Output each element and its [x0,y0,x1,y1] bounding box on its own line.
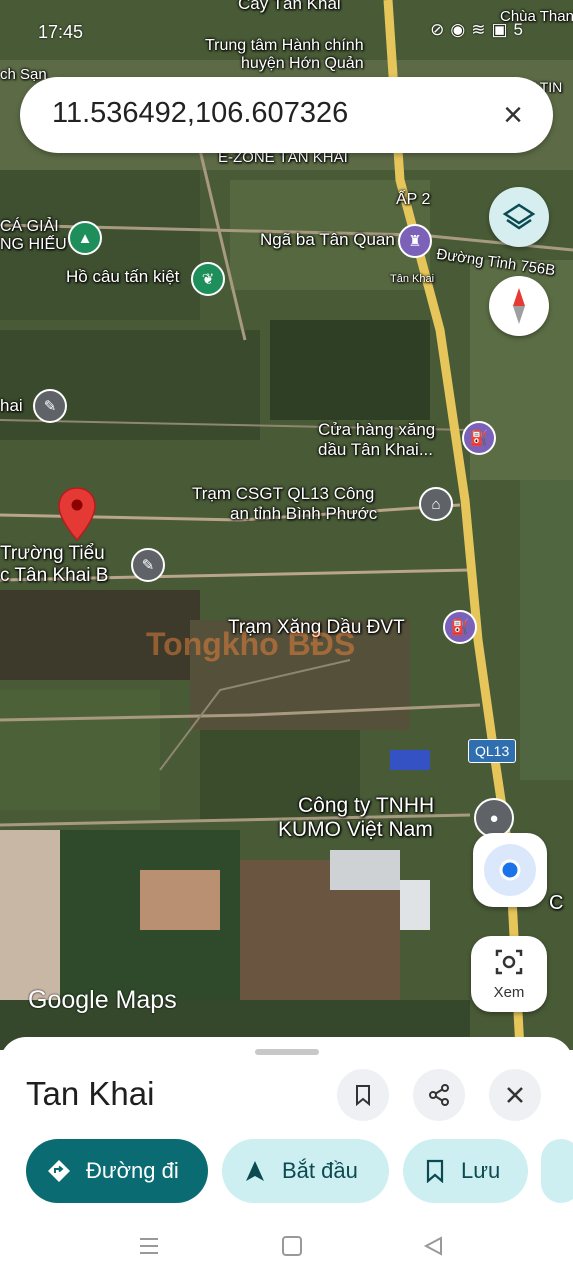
battery-level: 5 [513,20,529,39]
map-label-ca-giai-line1: CÁ GIẢI [0,218,59,235]
start-chip-label: Bắt đầu [282,1158,358,1183]
my-location-icon [484,844,536,896]
close-sheet-button[interactable] [489,1069,541,1121]
map-label-truong-line2: c Tân Khai B [0,564,109,586]
compass-button[interactable] [489,276,549,336]
share-icon [429,1084,449,1106]
map-label-hai: hai [0,396,23,415]
map-label-truong-line1: Trường Tiểu [0,543,105,564]
search-bar[interactable]: 11.536492,106.607326 × [20,77,553,153]
my-location-button[interactable] [473,833,547,907]
map-label-ca-giai-line2: NG HIẾU [0,236,67,254]
recent-apps-icon[interactable] [138,1236,160,1256]
location-icon: ◉ [450,20,472,39]
layers-icon [502,203,536,230]
mute-icon: ⊘ [430,20,451,39]
search-close-icon[interactable]: × [493,95,533,135]
directions-chip[interactable]: Đường đi [26,1139,208,1203]
xem-button[interactable]: Xem [471,936,547,1012]
school-poi-icon[interactable]: ✎ [131,548,165,582]
wifi-icon: ≋ [471,20,492,39]
gas-station-poi-icon[interactable]: ⛽ [462,421,496,455]
map-label-cua-hang-line1: Cửa hàng xăng [318,420,436,439]
map-label-kumo: Công ty TNHH KUMO Việt Nam [278,794,434,842]
fishing-poi-icon[interactable]: ❦ [191,262,225,296]
layers-button[interactable] [489,187,549,247]
map-label-ca-giai: CÁ GIẢI NG HIẾU [0,218,67,255]
directions-chip-label: Đường đi [86,1158,179,1183]
school-poi-icon[interactable]: ✎ [33,389,67,423]
location-pin-icon[interactable] [56,486,98,542]
satellite-map[interactable]: Cây Tân Khai Chùa Thanh Trung tâm Hành c… [0,0,573,1050]
map-label-ap2: ẤP 2 [396,191,431,208]
camera-scan-icon [495,949,523,975]
park-poi-icon[interactable]: ▲ [68,221,102,255]
xem-label: Xem [493,984,525,1001]
map-label-cua-hang: Cửa hàng xăng dầu Tân Khai... [318,420,435,459]
map-label-nga-ba: Ngã ba Tân Quan [260,230,395,249]
landmark-poi-icon[interactable]: ♜ [398,224,432,258]
map-label-kumo-line2: KUMO Việt Nam [278,818,433,842]
save-chip-label: Lưu [461,1158,501,1183]
start-chip[interactable]: Bắt đầu [222,1139,389,1203]
status-time: 17:45 [38,22,84,42]
navigation-icon [246,1161,264,1181]
map-label-ho-cau: Hồ câu tấn kiệt [66,267,180,286]
sim-icon: ▣ [491,20,514,39]
map-label-tram-csgt-line2: an tỉnh Bình Phước [230,503,378,523]
back-icon[interactable] [422,1235,444,1257]
watermark-text: Tongkho BĐS [146,626,356,662]
bookmark-icon [426,1159,444,1183]
company-poi-icon[interactable]: ● [474,798,514,838]
share-button[interactable] [413,1069,465,1121]
map-label-tram-csgt: Trạm CSGT QL13 Công an tỉnh Bình Phước [192,484,377,523]
google-maps-logo: Google Maps [28,986,177,1014]
compass-icon [513,288,525,324]
map-label-kumo-line1: Công ty TNHH [298,794,435,817]
gas-station-poi-icon[interactable]: ⛽ [443,610,477,644]
map-label-truong: Trường Tiểu c Tân Khai B [0,543,108,587]
map-label-tan-khai-small: Tân Khai [390,273,435,285]
map-label-edge-c: C [549,892,564,914]
home-icon[interactable] [281,1235,303,1257]
police-poi-icon[interactable]: ⌂ [419,487,453,521]
close-icon [507,1087,523,1103]
status-bar: 17:45 ⊘◉≋▣5 [0,0,573,60]
highway-shield-ql13: QL13 [468,739,517,763]
map-label-cua-hang-line2: dầu Tân Khai... [318,439,433,459]
status-icons: ⊘◉≋▣5 [430,20,529,40]
save-chip[interactable]: Lưu [403,1139,528,1203]
sheet-drag-handle[interactable] [255,1049,319,1055]
map-label-tram-csgt-line1: Trạm CSGT QL13 Công [192,484,375,503]
directions-icon [48,1160,70,1182]
place-title: Tan Khai [26,1075,155,1112]
system-nav-bar [0,1212,573,1280]
more-chip[interactable] [541,1139,573,1203]
save-bookmark-button[interactable] [337,1069,389,1121]
search-input[interactable]: 11.536492,106.607326 [52,97,348,130]
bookmark-icon [356,1085,370,1107]
